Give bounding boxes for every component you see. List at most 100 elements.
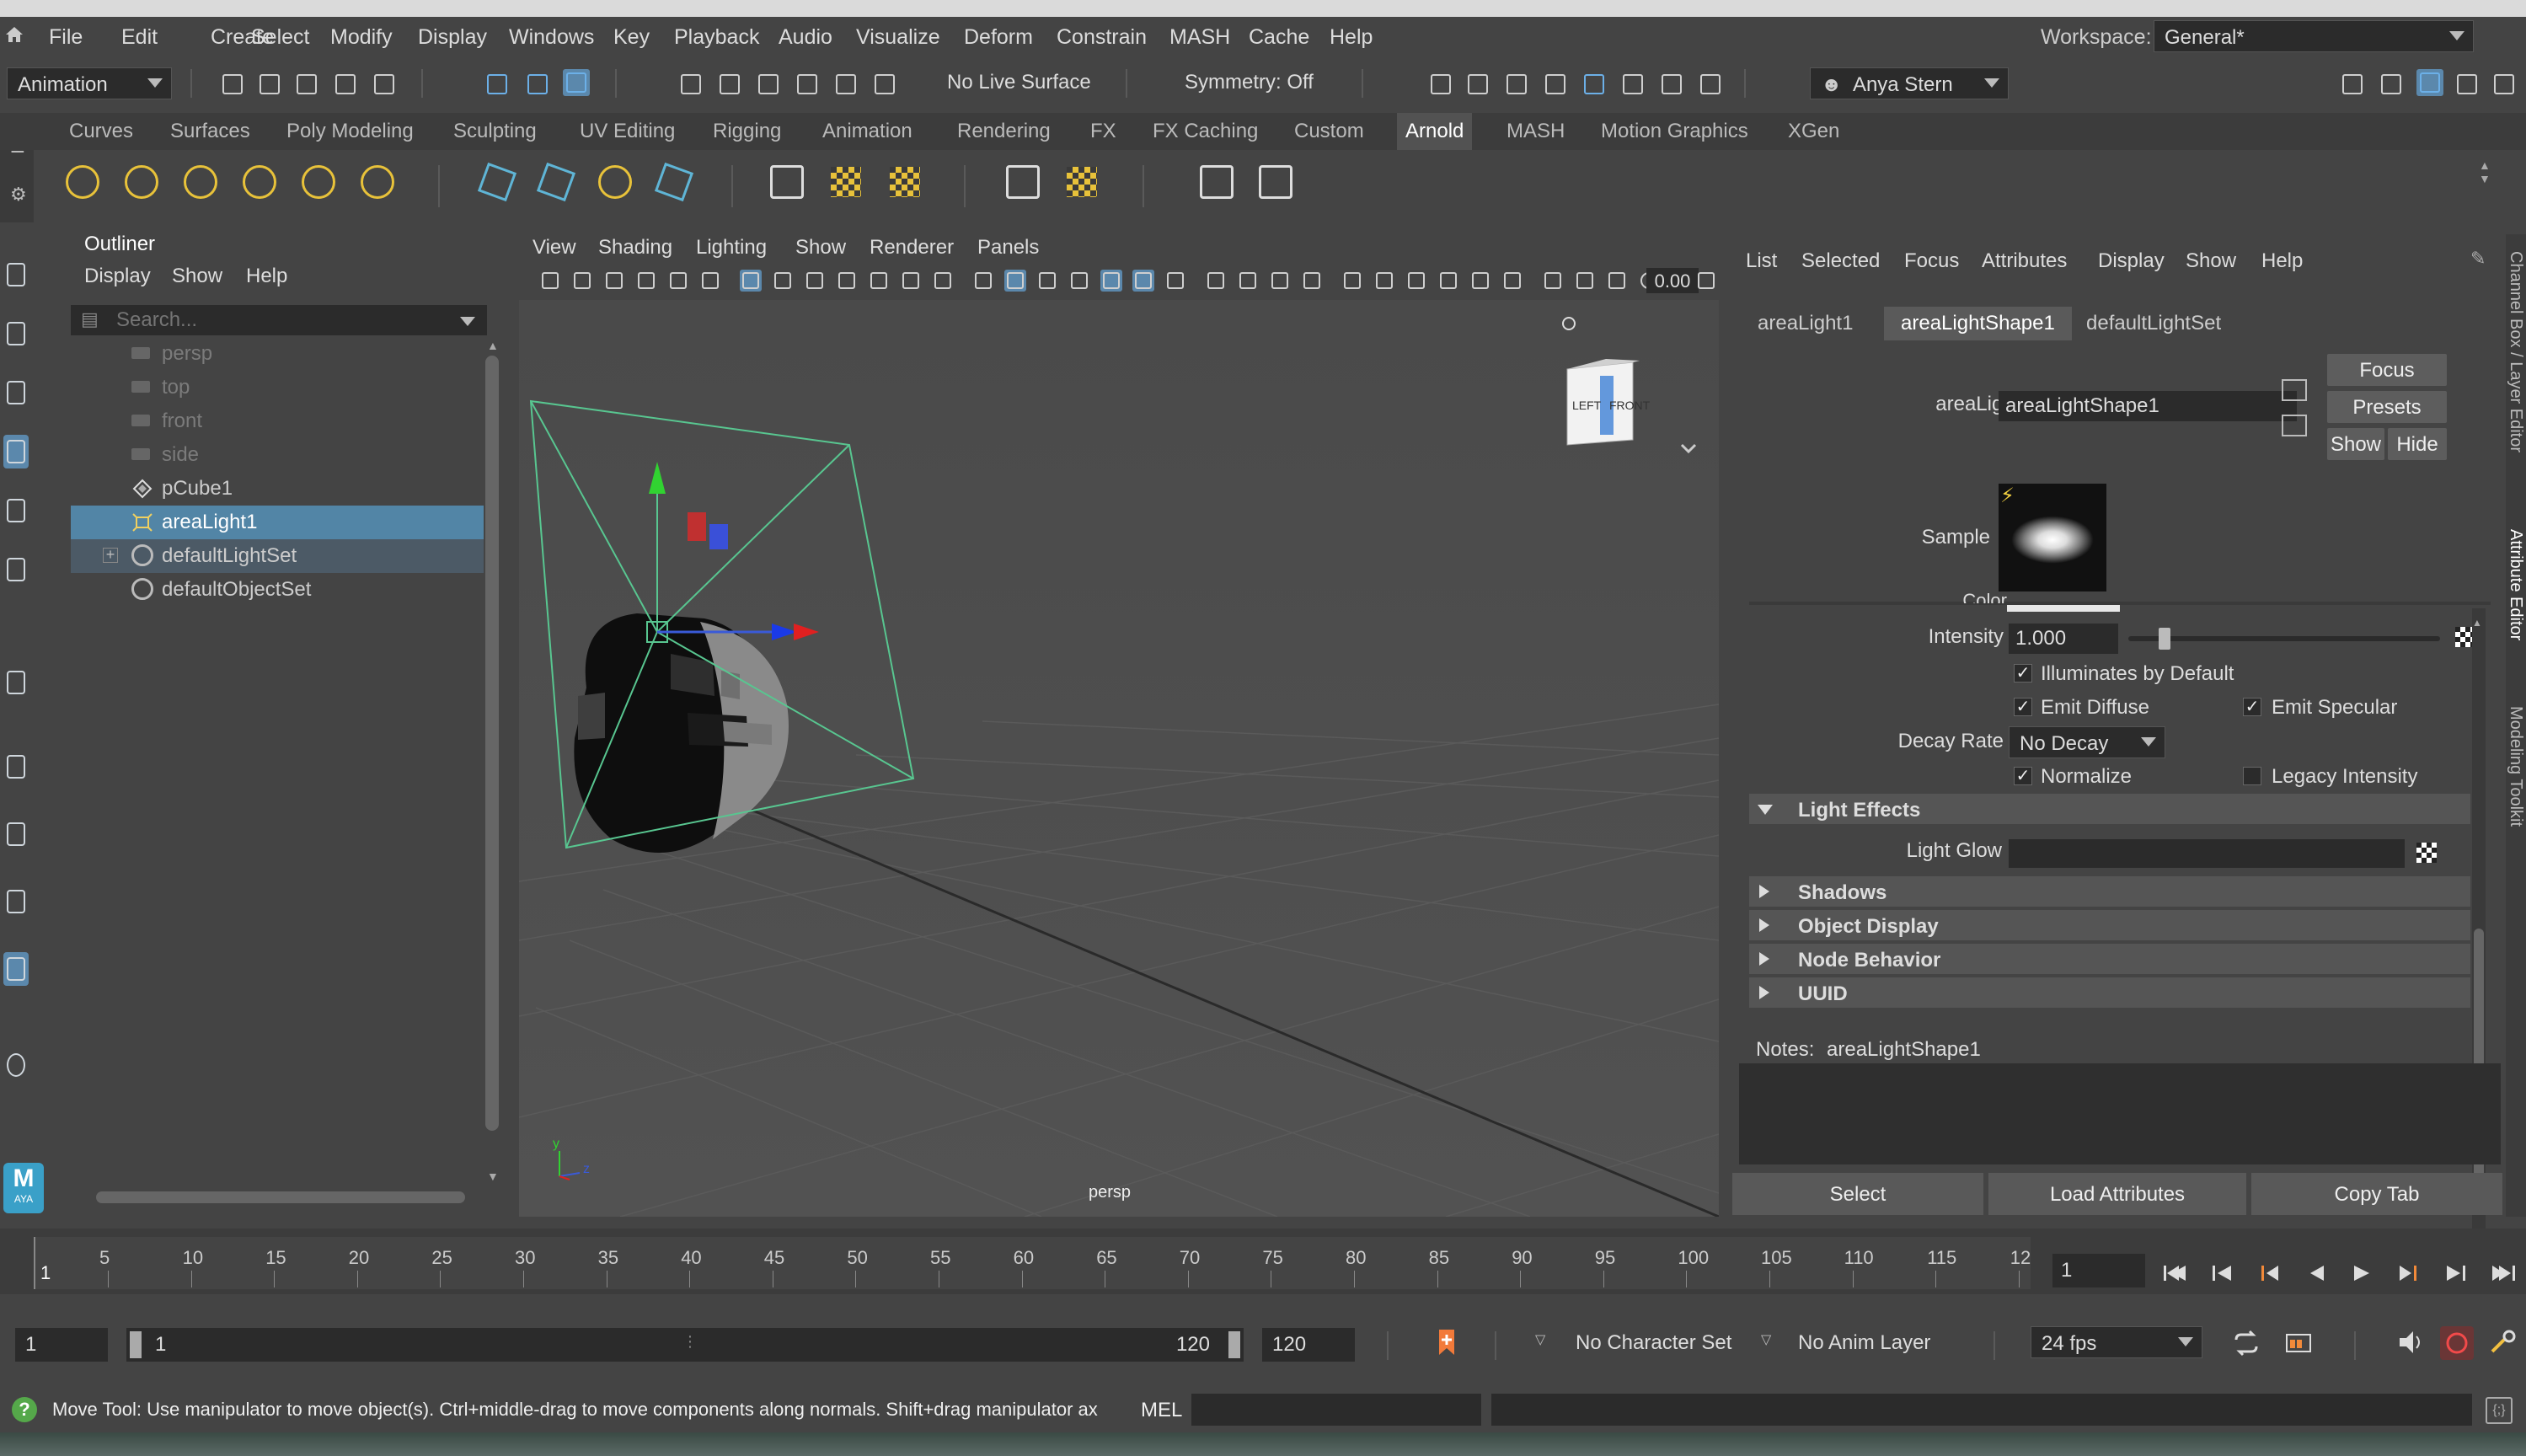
home-icon[interactable] [3, 24, 25, 46]
script-editor-icon[interactable]: {;} [2486, 1397, 2513, 1424]
shelf-scroll[interactable]: ▲ ▼ [2479, 158, 2492, 209]
normalize-checkbox[interactable]: ✓ [2014, 767, 2032, 785]
single-view-layout-icon[interactable] [3, 750, 29, 784]
viewport-menu-shading[interactable]: Shading [598, 236, 672, 260]
loop-icon[interactable] [2231, 1330, 2261, 1357]
menu-file[interactable]: File [49, 25, 83, 50]
channel-box-icon[interactable] [2491, 71, 2518, 98]
chevron-down-icon[interactable] [460, 317, 475, 326]
presets-button[interactable]: Presets [2327, 391, 2447, 423]
mesh-light-icon[interactable] [120, 160, 163, 204]
depth-of-field-icon[interactable] [1301, 270, 1323, 292]
outliner-layout-icon[interactable] [3, 952, 29, 986]
step-back-icon[interactable] [2208, 1259, 2236, 1287]
snap-curve-icon[interactable] [716, 71, 743, 98]
xray-joints-icon[interactable] [1405, 270, 1427, 292]
view-transform-icon[interactable] [1574, 270, 1596, 292]
section-object-display[interactable]: Object Display [1749, 910, 2470, 940]
ae-menu-display[interactable]: Display [2098, 249, 2165, 273]
emit-diffuse-checkbox[interactable]: ✓ [2014, 698, 2032, 716]
show-button[interactable]: Show [2327, 428, 2384, 460]
four-view-layout-icon[interactable] [3, 817, 29, 851]
shelf-tab-custom[interactable]: Custom [1294, 120, 1364, 143]
two-d-pan-icon[interactable] [667, 270, 689, 292]
camera-attributes-icon[interactable] [571, 270, 593, 292]
select-tool-icon[interactable] [3, 258, 29, 292]
step-forward-key-icon[interactable] [2395, 1259, 2423, 1287]
viewport-menu-lighting[interactable]: Lighting [696, 236, 767, 260]
go-to-end-icon[interactable] [2489, 1259, 2518, 1287]
xray-components-icon[interactable] [1437, 270, 1459, 292]
shelf-tab-animation[interactable]: Animation [822, 120, 912, 143]
open-scene-icon[interactable] [256, 71, 283, 98]
auto-key-icon[interactable] [1432, 1326, 1461, 1360]
preferences-icon[interactable] [2486, 1326, 2519, 1360]
modeling-toolkit-tab[interactable]: Modeling Toolkit [2506, 706, 2525, 827]
shelf-tab-uv-editing[interactable]: UV Editing [580, 120, 675, 143]
snap-view-plane-icon[interactable] [794, 71, 821, 98]
illuminates-by-default-checkbox[interactable]: ✓ [2014, 664, 2032, 682]
cache-playback-icon[interactable] [2283, 1326, 2314, 1357]
outliner-menu-help[interactable]: Help [246, 265, 287, 288]
sound-icon[interactable] [2396, 1328, 2427, 1357]
color-swatch[interactable] [2007, 605, 2120, 612]
hypershade-icon[interactable] [1581, 71, 1608, 98]
select-component-icon[interactable] [563, 69, 590, 96]
wireframe-icon[interactable] [972, 270, 994, 292]
shelf-tab-xgen[interactable]: XGen [1788, 120, 1839, 143]
viewport-menu-renderer[interactable]: Renderer [870, 236, 954, 260]
scroll-up-arrow[interactable]: ▲ [487, 339, 499, 352]
rotate-tool-icon[interactable] [3, 494, 29, 527]
textured-icon[interactable] [1100, 270, 1122, 292]
animation-start-field[interactable]: 1 [15, 1328, 108, 1362]
flush-cache-icon[interactable] [824, 160, 868, 204]
scale-tool-icon[interactable] [3, 553, 29, 586]
lasso-tool-icon[interactable] [3, 317, 29, 351]
section-node-behavior[interactable]: Node Behavior [1749, 944, 2470, 974]
section-light-effects[interactable]: Light Effects [1749, 794, 2470, 824]
range-handle-start[interactable] [130, 1331, 142, 1358]
menu-edit[interactable]: Edit [121, 25, 158, 50]
viewport-3d[interactable]: LEFT FRONT y z persp [519, 300, 1719, 1217]
anim-layer-label[interactable]: No Anim Layer [1798, 1331, 1930, 1355]
ae-tab-arealight1[interactable]: areaLight1 [1741, 307, 1870, 340]
wireframe-on-shaded-icon[interactable] [1068, 270, 1090, 292]
use-all-lights-icon[interactable] [1132, 270, 1154, 292]
script-language-toggle[interactable]: MEL [1141, 1399, 1182, 1422]
shelf-tab-rendering[interactable]: Rendering [957, 120, 1051, 143]
exposure-icon[interactable] [1469, 270, 1491, 292]
step-forward-icon[interactable] [2442, 1259, 2470, 1287]
shelf-tab-sculpting[interactable]: Sculpting [453, 120, 537, 143]
ae-tab-defaultlightset[interactable]: defaultLightSet [2069, 307, 2238, 340]
go-to-input-icon[interactable] [2282, 379, 2307, 401]
viewport-menu-panels[interactable]: Panels [977, 236, 1039, 260]
render-view-eye-icon[interactable] [1195, 160, 1239, 204]
smooth-shade-icon[interactable] [1004, 270, 1026, 292]
ambient-occlusion-icon[interactable] [1205, 270, 1227, 292]
ipr-render-icon[interactable] [1503, 71, 1530, 98]
outliner-item-defaultlightset[interactable]: + defaultLightSet [71, 539, 484, 573]
light-editor-icon[interactable] [1658, 71, 1685, 98]
menu-playback[interactable]: Playback [674, 25, 759, 50]
move-tool-icon[interactable] [3, 435, 29, 468]
menu-visualize[interactable]: Visualize [856, 25, 940, 50]
photometric-light-icon[interactable] [179, 160, 222, 204]
light-glow-field[interactable] [2009, 839, 2405, 868]
snap-surface-icon[interactable] [871, 71, 898, 98]
menu-cache[interactable]: Cache [1249, 25, 1309, 50]
ae-menu-focus[interactable]: Focus [1904, 249, 1959, 273]
gamma-value-icon[interactable] [1695, 270, 1717, 292]
search-icon[interactable] [3, 1048, 29, 1082]
create-standin-icon[interactable] [475, 160, 519, 204]
animation-end-field[interactable]: 120 [1262, 1328, 1355, 1362]
snap-live-icon[interactable] [832, 71, 859, 98]
scroll-down-arrow[interactable]: ▼ [487, 1170, 499, 1183]
evaluation-manager-icon[interactable] [2440, 1326, 2474, 1360]
render-frame-icon[interactable] [1464, 71, 1491, 98]
select-hierarchy-icon[interactable] [484, 71, 511, 98]
hide-button[interactable]: Hide [2388, 428, 2447, 460]
shelf-tab-mash[interactable]: MASH [1507, 120, 1565, 143]
play-render-icon[interactable] [1254, 160, 1298, 204]
area-light-icon[interactable] [61, 160, 104, 204]
xray-icon[interactable] [1373, 270, 1395, 292]
